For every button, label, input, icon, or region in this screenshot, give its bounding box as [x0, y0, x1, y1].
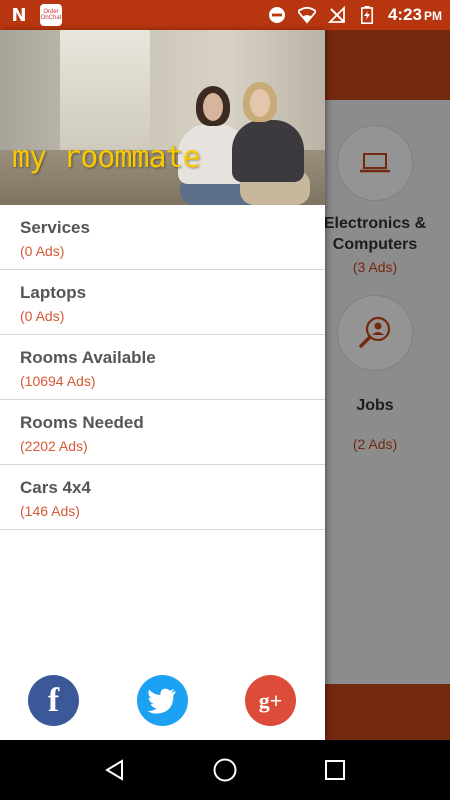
menu-item-cars-4x4[interactable]: Cars 4x4 (146 Ads): [0, 465, 325, 530]
recents-icon: [325, 760, 345, 780]
app-badge-text: Order OnChat: [40, 9, 62, 21]
order-on-chat-icon: Order OnChat: [40, 4, 62, 26]
n-icon: N: [11, 4, 27, 26]
menu-item-name: Laptops: [20, 283, 87, 302]
battery-icon: [358, 6, 376, 24]
menu-item-name: Services: [20, 218, 90, 237]
menu-item-rooms-needed[interactable]: Rooms Needed (2202 Ads): [0, 400, 325, 465]
status-bar: N Order OnChat 4:23 PM: [0, 0, 450, 30]
home-button[interactable]: [205, 750, 245, 790]
facebook-button[interactable]: f: [28, 675, 79, 726]
google-plus-button[interactable]: g+: [245, 675, 296, 726]
header-photo-person: [232, 120, 304, 182]
back-button[interactable]: [95, 750, 135, 790]
category-menu: Services (0 Ads) Laptops (0 Ads) Rooms A…: [0, 205, 325, 530]
navigation-drawer: my roommate Services (0 Ads) Laptops (0 …: [0, 30, 325, 740]
menu-item-name: Rooms Available: [20, 348, 156, 367]
menu-item-count: (0 Ads): [20, 308, 65, 324]
twitter-icon: [147, 688, 176, 714]
facebook-icon: f: [47, 681, 60, 719]
header-photo-person: [250, 89, 270, 117]
clock-ampm: PM: [424, 9, 442, 23]
menu-item-name: Cars 4x4: [20, 478, 91, 497]
recents-button[interactable]: [315, 750, 355, 790]
menu-item-laptops[interactable]: Laptops (0 Ads): [0, 270, 325, 335]
menu-item-count: (0 Ads): [20, 243, 65, 259]
system-nav-bar: [0, 740, 450, 800]
menu-item-count: (2202 Ads): [20, 438, 88, 454]
menu-item-services[interactable]: Services (0 Ads): [0, 205, 325, 270]
google-plus-icon: g+: [258, 687, 283, 713]
back-icon: [105, 759, 123, 781]
header-photo-person: [203, 93, 223, 121]
do-not-disturb-icon: [268, 6, 286, 24]
menu-item-name: Rooms Needed: [20, 413, 144, 432]
home-icon: [213, 758, 237, 782]
twitter-button[interactable]: [136, 675, 188, 726]
clock-time: 4:23: [387, 5, 422, 24]
wifi-icon: [297, 6, 316, 24]
menu-item-rooms-available[interactable]: Rooms Available (10694 Ads): [0, 335, 325, 400]
no-signal-icon: [327, 6, 346, 24]
clock: 4:23 PM: [388, 5, 442, 25]
header-photo-window: [60, 30, 150, 150]
app-brand-logo: my roommate: [12, 140, 201, 175]
menu-item-count: (10694 Ads): [20, 373, 96, 389]
social-links: f g+: [0, 675, 325, 726]
menu-item-count: (146 Ads): [20, 503, 80, 519]
drawer-header: my roommate: [0, 30, 325, 205]
